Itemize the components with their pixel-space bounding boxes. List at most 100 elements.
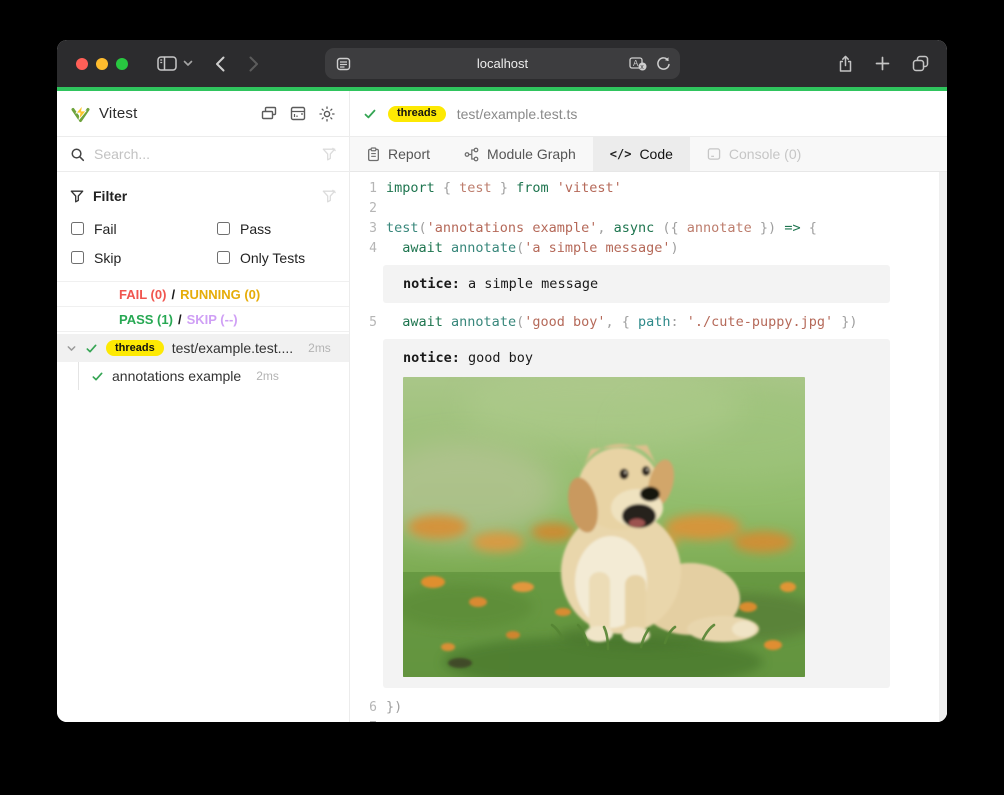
- tab-overview-icon[interactable]: [912, 55, 929, 72]
- filter-option-label: Only Tests: [240, 250, 305, 266]
- sidebar-toggle-icon[interactable]: [157, 55, 177, 72]
- tree-file-name: test/example.test....: [172, 340, 293, 356]
- code-text: }): [386, 699, 402, 715]
- annotation-text: notice: a simple message: [403, 276, 870, 292]
- url-text: localhost: [325, 56, 680, 71]
- line-number: 7: [350, 720, 377, 723]
- annotation-notice: notice: a simple message: [383, 265, 890, 303]
- tab-bar: Report Module Graph </> Code Console: [350, 137, 947, 172]
- svg-text:A: A: [633, 59, 639, 68]
- line-number: 2: [350, 201, 377, 216]
- filter-option-label: Fail: [94, 221, 117, 237]
- pool-badge: threads: [106, 340, 164, 356]
- sidebar-menu-chevron-icon[interactable]: [183, 60, 193, 67]
- tab-console[interactable]: Console (0): [690, 137, 818, 171]
- tab-label: Report: [388, 146, 430, 162]
- filter-section: Filter Fail Pass: [57, 172, 349, 281]
- dashboard-icon[interactable]: [290, 106, 306, 121]
- traffic-lights: [76, 58, 128, 70]
- code-text: import { test } from 'vitest': [386, 180, 622, 196]
- pass-check-icon: [91, 370, 104, 383]
- filter-option-label: Pass: [240, 221, 271, 237]
- checkbox-icon[interactable]: [71, 251, 84, 264]
- filter-checkbox-fail[interactable]: Fail: [71, 215, 217, 242]
- code-blocks: 1 import { test } from 'vitest' 2 3 test('an…: [350, 178, 947, 722]
- tree-indent-guide: [78, 362, 79, 390]
- vitest-logo-icon: [71, 105, 90, 123]
- checkbox-icon[interactable]: [217, 222, 230, 235]
- scrollbar[interactable]: [939, 172, 947, 722]
- filter-checkbox-skip[interactable]: Skip: [71, 244, 217, 271]
- tab-code[interactable]: </> Code: [593, 137, 690, 171]
- code-line: 2: [350, 198, 947, 218]
- close-window-button[interactable]: [76, 58, 88, 70]
- forward-button[interactable]: [249, 56, 259, 72]
- zoom-window-button[interactable]: [116, 58, 128, 70]
- browser-toolbar: localhost Ax: [57, 40, 947, 87]
- chevron-down-icon[interactable]: [66, 343, 77, 354]
- minimize-window-button[interactable]: [96, 58, 108, 70]
- file-header: threads test/example.test.ts: [350, 91, 947, 137]
- pass-check-icon: [363, 107, 377, 121]
- line-number: 5: [350, 315, 377, 330]
- line-number: 4: [350, 241, 377, 256]
- code-text: await annotate('a simple message'): [386, 240, 679, 256]
- svg-text:x: x: [640, 64, 644, 71]
- tab-label: Console (0): [729, 146, 801, 162]
- address-bar[interactable]: localhost Ax: [325, 48, 680, 79]
- app-title: Vitest: [99, 105, 137, 122]
- tree-row-test[interactable]: annotations example 2ms: [57, 362, 349, 390]
- running-count: RUNNING (0): [180, 287, 260, 302]
- code-line: 3 test('annotations example', async ({ an…: [350, 218, 947, 238]
- fail-count: FAIL (0): [119, 287, 166, 302]
- line-number: 3: [350, 221, 377, 236]
- test-tree: threads test/example.test.... 2ms annota…: [57, 332, 349, 390]
- tree-row-file[interactable]: threads test/example.test.... 2ms: [57, 334, 349, 362]
- checkbox-icon[interactable]: [217, 251, 230, 264]
- restore-windows-icon[interactable]: [261, 106, 277, 121]
- tab-report[interactable]: Report: [350, 137, 447, 171]
- translate-icon[interactable]: Ax: [629, 57, 648, 71]
- skip-count: SKIP (--): [187, 312, 238, 327]
- reload-icon[interactable]: [656, 56, 670, 71]
- main-panel: threads test/example.test.ts Report Modu…: [350, 91, 947, 722]
- tree-file-duration: 2ms: [308, 341, 331, 355]
- tab-label: Code: [639, 146, 672, 162]
- report-clipboard-icon: [367, 147, 380, 162]
- theme-toggle-sun-icon[interactable]: [319, 106, 335, 122]
- tab-label: Module Graph: [487, 146, 576, 162]
- clear-filter-icon[interactable]: [322, 189, 336, 203]
- stats-separator: /: [178, 312, 182, 327]
- code-view[interactable]: 1 import { test } from 'vitest' 2 3 test('an…: [350, 172, 947, 722]
- new-tab-icon[interactable]: [875, 56, 890, 71]
- module-graph-icon: [464, 147, 479, 162]
- pass-check-icon: [85, 342, 98, 355]
- filter-checkbox-only-tests[interactable]: Only Tests: [217, 244, 336, 271]
- search-icon: [70, 147, 85, 162]
- pass-count: PASS (1): [119, 312, 173, 327]
- share-icon[interactable]: [838, 55, 853, 73]
- code-line: 7: [350, 717, 947, 722]
- file-path: test/example.test.ts: [457, 106, 578, 122]
- search-input[interactable]: [94, 146, 313, 162]
- reader-view-icon[interactable]: [336, 57, 351, 71]
- tab-module-graph[interactable]: Module Graph: [447, 137, 593, 171]
- checkbox-icon[interactable]: [71, 222, 84, 235]
- line-number: 1: [350, 181, 377, 196]
- tree-test-name: annotations example: [112, 368, 241, 384]
- code-line: 6}): [350, 697, 947, 717]
- code-text: await annotate('good boy', { path: './cu…: [386, 314, 858, 330]
- annotation-image-puppy: [403, 377, 805, 677]
- console-icon: [707, 147, 721, 161]
- filter-label: Filter: [93, 188, 127, 204]
- filter-funnel-icon: [70, 189, 84, 203]
- code-text: test('annotations example', async ({ ann…: [386, 220, 817, 236]
- tree-test-duration: 2ms: [256, 369, 279, 383]
- test-stats: FAIL (0) / RUNNING (0) PASS (1) / SKIP (…: [57, 281, 349, 332]
- code-line: 1 import { test } from 'vitest': [350, 178, 947, 198]
- filter-checkbox-pass[interactable]: Pass: [217, 215, 336, 242]
- code-line: 5 await annotate('good boy', { path: './…: [350, 312, 947, 332]
- annotation-notice: notice: good boy: [383, 339, 890, 688]
- back-button[interactable]: [215, 56, 225, 72]
- clear-search-filter-icon[interactable]: [322, 147, 336, 161]
